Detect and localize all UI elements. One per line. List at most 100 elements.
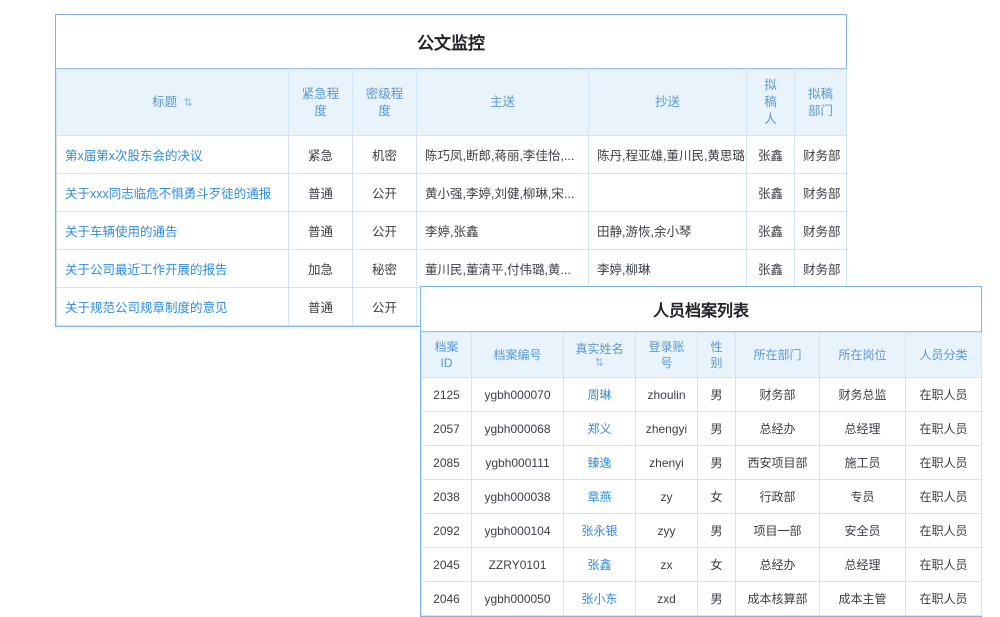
- cell-gender: 男: [698, 378, 736, 412]
- cell-drafter: 张鑫: [747, 136, 795, 174]
- cell-department: 总经办: [736, 548, 820, 582]
- cell-archive-no: ygbh000038: [472, 480, 564, 514]
- cell-department: 项目一部: [736, 514, 820, 548]
- cell-login-account: zhenyi: [636, 446, 698, 480]
- cell-archive-id: 2045: [422, 548, 472, 582]
- cell-category: 在职人员: [906, 378, 982, 412]
- col-header-draft-dept: 拟稿部门: [795, 70, 847, 136]
- cell-archive-id: 2057: [422, 412, 472, 446]
- cell-gender: 男: [698, 582, 736, 616]
- col-header-position: 所在岗位: [820, 333, 906, 378]
- real-name-link[interactable]: 张鑫: [564, 548, 636, 582]
- cell-urgency: 普通: [289, 212, 353, 250]
- cell-position: 成本主管: [820, 582, 906, 616]
- cell-archive-no: ygbh000050: [472, 582, 564, 616]
- cell-cc: 陈丹,程亚雄,董川民,黄思璐...: [589, 136, 747, 174]
- cell-login-account: zy: [636, 480, 698, 514]
- cell-archive-id: 2046: [422, 582, 472, 616]
- real-name-link[interactable]: 周琳: [564, 378, 636, 412]
- cell-category: 在职人员: [906, 514, 982, 548]
- col-header-department: 所在部门: [736, 333, 820, 378]
- cell-gender: 男: [698, 412, 736, 446]
- col-header-secrecy: 密级程度: [353, 70, 417, 136]
- cell-archive-no: ygbh000070: [472, 378, 564, 412]
- doc-title-link[interactable]: 关于规范公司规章制度的意见: [57, 288, 289, 326]
- cell-archive-id: 2125: [422, 378, 472, 412]
- cell-cc: 田静,游恢,余小琴: [589, 212, 747, 250]
- personnel-table: 档案ID 档案编号 真实姓名 ⇅ 登录账号 性别 所在部门 所在岗位 人员分类 …: [421, 332, 982, 616]
- table-row: 2125 ygbh000070 周琳 zhoulin 男 财务部 财务总监 在职…: [422, 378, 982, 412]
- table-row: 2092 ygbh000104 张永银 zyy 男 项目一部 安全员 在职人员: [422, 514, 982, 548]
- cell-drafter: 张鑫: [747, 250, 795, 288]
- cell-department: 总经办: [736, 412, 820, 446]
- cell-position: 施工员: [820, 446, 906, 480]
- personnel-panel: 人员档案列表 档案ID 档案编号 真实姓名 ⇅ 登录账号 性别 所在部门 所在岗…: [420, 286, 982, 617]
- cell-urgency: 加急: [289, 250, 353, 288]
- cell-archive-id: 2085: [422, 446, 472, 480]
- cell-position: 财务总监: [820, 378, 906, 412]
- cell-urgency: 普通: [289, 174, 353, 212]
- cell-category: 在职人员: [906, 548, 982, 582]
- cell-urgency: 紧急: [289, 136, 353, 174]
- table-row: 2045 ZZRY0101 张鑫 zx 女 总经办 总经理 在职人员: [422, 548, 982, 582]
- cell-category: 在职人员: [906, 480, 982, 514]
- cell-draft-dept: 财务部: [795, 250, 847, 288]
- col-header-archive-no: 档案编号: [472, 333, 564, 378]
- doc-title-link[interactable]: 关于xxx同志临危不惧勇斗歹徒的通报: [57, 174, 289, 212]
- real-name-link[interactable]: 张小东: [564, 582, 636, 616]
- cell-draft-dept: 财务部: [795, 174, 847, 212]
- col-header-archive-id: 档案ID: [422, 333, 472, 378]
- cell-drafter: 张鑫: [747, 212, 795, 250]
- cell-draft-dept: 财务部: [795, 136, 847, 174]
- real-name-link[interactable]: 张永银: [564, 514, 636, 548]
- personnel-header-row: 档案ID 档案编号 真实姓名 ⇅ 登录账号 性别 所在部门 所在岗位 人员分类: [422, 333, 982, 378]
- doc-title-link[interactable]: 关于车辆使用的通告: [57, 212, 289, 250]
- doc-title-link[interactable]: 关于公司最近工作开展的报告: [57, 250, 289, 288]
- cell-urgency: 普通: [289, 288, 353, 326]
- col-header-real-name[interactable]: 真实姓名 ⇅: [564, 333, 636, 378]
- cell-secrecy: 公开: [353, 174, 417, 212]
- cell-archive-no: ygbh000068: [472, 412, 564, 446]
- table-row: 2046 ygbh000050 张小东 zxd 男 成本核算部 成本主管 在职人…: [422, 582, 982, 616]
- table-row: 2038 ygbh000038 章燕 zy 女 行政部 专员 在职人员: [422, 480, 982, 514]
- cell-cc: [589, 174, 747, 212]
- cell-main-send: 董川民,董清平,付伟璐,黄...: [417, 250, 589, 288]
- table-row: 2085 ygbh000111 臻逸 zhenyi 男 西安项目部 施工员 在职…: [422, 446, 982, 480]
- cell-main-send: 陈巧凤,断郎,蒋丽,李佳怡,...: [417, 136, 589, 174]
- col-header-main-send: 主送: [417, 70, 589, 136]
- cell-department: 西安项目部: [736, 446, 820, 480]
- col-header-urgency: 紧急程度: [289, 70, 353, 136]
- doc-title-link[interactable]: 第x届第x次股东会的决议: [57, 136, 289, 174]
- cell-secrecy: 秘密: [353, 250, 417, 288]
- cell-archive-no: ygbh000104: [472, 514, 564, 548]
- col-header-login-account: 登录账号: [636, 333, 698, 378]
- col-header-cc: 抄送: [589, 70, 747, 136]
- cell-archive-no: ZZRY0101: [472, 548, 564, 582]
- table-row: 关于车辆使用的通告 普通 公开 李婷,张鑫 田静,游恢,余小琴 张鑫 财务部: [57, 212, 847, 250]
- cell-draft-dept: 财务部: [795, 212, 847, 250]
- cell-archive-id: 2038: [422, 480, 472, 514]
- cell-position: 安全员: [820, 514, 906, 548]
- cell-login-account: zhengyi: [636, 412, 698, 446]
- real-name-link[interactable]: 章燕: [564, 480, 636, 514]
- cell-department: 行政部: [736, 480, 820, 514]
- table-row: 2057 ygbh000068 郑义 zhengyi 男 总经办 总经理 在职人…: [422, 412, 982, 446]
- cell-gender: 男: [698, 514, 736, 548]
- cell-secrecy: 机密: [353, 136, 417, 174]
- sort-icon: ⇅: [184, 97, 193, 109]
- cell-category: 在职人员: [906, 582, 982, 616]
- cell-secrecy: 公开: [353, 212, 417, 250]
- doc-header-row: 标题 ⇅ 紧急程度 密级程度 主送 抄送 拟稿人 拟稿部门: [57, 70, 847, 136]
- cell-login-account: zx: [636, 548, 698, 582]
- cell-secrecy: 公开: [353, 288, 417, 326]
- real-name-link[interactable]: 臻逸: [564, 446, 636, 480]
- cell-department: 财务部: [736, 378, 820, 412]
- col-header-title[interactable]: 标题 ⇅: [57, 70, 289, 136]
- table-row: 关于xxx同志临危不惧勇斗歹徒的通报 普通 公开 黄小强,李婷,刘健,柳琳,宋.…: [57, 174, 847, 212]
- sort-icon: ⇅: [572, 358, 627, 369]
- doc-monitor-panel: 公文监控 标题 ⇅ 紧急程度 密级程度 主送 抄送 拟稿人 拟稿部门 第x届第x…: [55, 14, 847, 327]
- real-name-link[interactable]: 郑义: [564, 412, 636, 446]
- table-row: 关于公司最近工作开展的报告 加急 秘密 董川民,董清平,付伟璐,黄... 李婷,…: [57, 250, 847, 288]
- cell-archive-id: 2092: [422, 514, 472, 548]
- cell-position: 总经理: [820, 548, 906, 582]
